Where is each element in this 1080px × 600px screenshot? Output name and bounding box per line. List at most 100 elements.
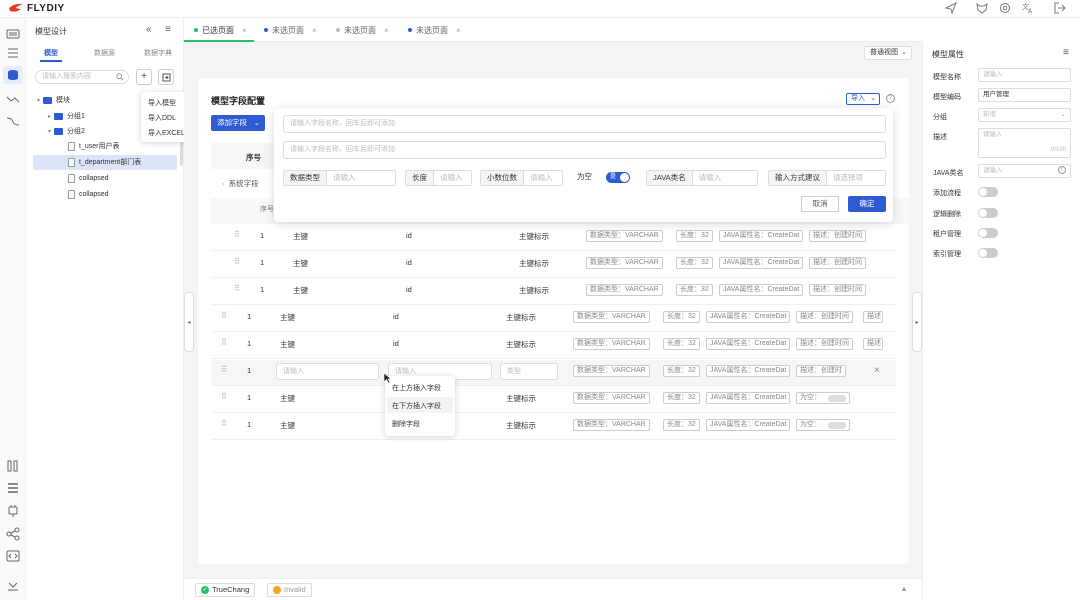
menu-icon[interactable]: ≡	[1063, 47, 1069, 58]
process-toggle[interactable]	[978, 187, 998, 197]
status-button-ok[interactable]: ✓ TrueChang	[195, 583, 256, 597]
drag-handle-icon[interactable]: ⠿	[221, 311, 227, 320]
trend-icon[interactable]	[5, 91, 21, 107]
collapse-right-handle[interactable]: ▸	[912, 292, 922, 352]
property-chip[interactable]: 数据类型：VARCHAR	[573, 311, 650, 323]
view-select[interactable]: 普通视图 ⌄	[864, 46, 912, 60]
confirm-button[interactable]: 确定	[848, 196, 886, 212]
property-chip[interactable]: 描述：创建时间	[809, 230, 866, 242]
model-code-input[interactable]: 用户管理	[978, 88, 1071, 102]
property-chip[interactable]: JAVA属性名：CreateDat	[706, 311, 791, 323]
property-chip[interactable]: 长度：32	[663, 338, 700, 350]
menu-item-import-ddl[interactable]: 导入DDL	[148, 113, 176, 123]
translate-icon[interactable]: 文A	[1021, 1, 1035, 15]
table-row[interactable]	[211, 414, 896, 440]
table-row[interactable]	[211, 306, 896, 332]
page-tab[interactable]: 未选页面 ×	[402, 18, 467, 42]
description-textarea[interactable]: 请输入 0/100	[978, 128, 1071, 158]
property-chip[interactable]: 描述：创建时	[796, 365, 846, 377]
menu-item-insert-above[interactable]: 在上方插入字段	[392, 383, 441, 393]
property-chip[interactable]: JAVA属性名：CreateDat	[706, 392, 791, 404]
property-chip[interactable]: 描述：创建时间	[796, 311, 853, 323]
nullable-toggle[interactable]: 是	[606, 172, 630, 183]
drag-handle-icon[interactable]: ⠿	[221, 419, 227, 428]
field-name-input-2[interactable]: 请输入字段名称，回车后即可添加	[283, 141, 886, 159]
status-button-invalid[interactable]: Invalid	[267, 583, 312, 597]
tenant-toggle[interactable]	[978, 228, 998, 238]
delete-row-icon[interactable]: ×	[874, 365, 880, 376]
collapse-down-icon[interactable]	[5, 578, 21, 594]
tree-node-table-selected[interactable]: t_department部门表	[68, 155, 141, 169]
menu-item-insert-below[interactable]: 在下方插入字段	[392, 401, 441, 411]
model-name-input[interactable]: 请输入	[978, 68, 1071, 82]
system-field-group[interactable]: › 系统字段	[222, 178, 259, 189]
collapse-panel-icon[interactable]: «	[146, 24, 152, 35]
share-icon[interactable]	[5, 526, 21, 542]
tree-node-table[interactable]: t_user用户表	[68, 139, 119, 153]
help-icon[interactable]: ?	[886, 94, 895, 103]
mini-toggle[interactable]	[828, 422, 846, 429]
property-chip[interactable]: 数据类型：VARCHAR	[573, 338, 650, 350]
property-chip[interactable]: 描述：创建时间	[809, 284, 866, 296]
property-chip[interactable]: 长度：32	[663, 365, 700, 377]
property-chip[interactable]: 长度：32	[663, 392, 700, 404]
close-icon[interactable]: ×	[242, 26, 247, 35]
drag-handle-icon[interactable]: ⠿	[221, 392, 227, 401]
code-icon[interactable]	[5, 548, 21, 564]
drag-handle-icon[interactable]: ⠿	[234, 230, 240, 239]
tree-node-collapsed[interactable]: collapsed	[68, 171, 109, 185]
cancel-button[interactable]: 取消	[801, 196, 839, 212]
property-chip[interactable]: JAVA属性名：CreateDat	[719, 284, 804, 296]
menu-item-import-excel[interactable]: 导入EXCEL	[148, 128, 185, 138]
table-row[interactable]	[211, 387, 896, 413]
rail-item-active[interactable]	[3, 66, 23, 84]
page-tab-selected[interactable]: 已选页面 ×	[188, 18, 253, 42]
decimal-field[interactable]: 小数位数 请输入	[480, 170, 563, 186]
add-button[interactable]: +	[136, 69, 152, 85]
data-type-field[interactable]: 数据类型 请输入	[283, 170, 396, 186]
property-chip[interactable]: 描述：创建时间	[809, 257, 866, 269]
input-mode-field[interactable]: 输入方式建议 请选择项	[768, 170, 886, 186]
property-chip[interactable]: 长度：32	[676, 230, 713, 242]
drag-handle-icon[interactable]: ⠿	[234, 257, 240, 266]
mini-toggle[interactable]	[828, 395, 846, 402]
property-chip[interactable]: 描述：创建时间	[796, 338, 853, 350]
close-icon[interactable]: ×	[312, 26, 317, 35]
property-chip[interactable]: JAVA属性名：CreateDat	[719, 230, 804, 242]
java-type-field[interactable]: JAVA类名 请输入	[646, 170, 758, 186]
stack-icon[interactable]	[5, 480, 21, 496]
curve-icon[interactable]	[5, 113, 21, 129]
tree-node-group2[interactable]: ▾ 分组2	[48, 124, 85, 138]
property-chip[interactable]: 长度：32	[676, 257, 713, 269]
property-chip[interactable]: 描述	[863, 338, 883, 350]
add-field-button[interactable]: 添加字段 ⌄	[211, 115, 265, 131]
menu-icon[interactable]: ≡	[165, 24, 171, 35]
close-icon[interactable]: ×	[456, 26, 461, 35]
settings-icon[interactable]	[998, 1, 1012, 15]
close-icon[interactable]: ×	[384, 26, 389, 35]
index-toggle[interactable]	[978, 248, 998, 258]
plug-icon[interactable]	[5, 503, 21, 519]
menu-item-delete[interactable]: 删除字段	[392, 419, 420, 429]
property-chip[interactable]: 数据类型：VARCHAR	[586, 257, 663, 269]
tree-node-group1[interactable]: ▸ 分组1	[48, 109, 85, 123]
tab-model[interactable]: 模型	[44, 48, 58, 58]
list-icon[interactable]	[5, 45, 21, 61]
logout-icon[interactable]	[1053, 1, 1067, 15]
tree-search-input[interactable]: 请输入搜索内容	[35, 70, 129, 84]
tab-datasource[interactable]: 数据源	[94, 48, 115, 58]
drag-handle-icon[interactable]: ⠿	[221, 365, 227, 374]
page-tab[interactable]: 未选页面 ×	[258, 18, 323, 42]
property-chip[interactable]: 数据类型：VARCHAR	[573, 365, 650, 377]
page-tab[interactable]: 未选页面 ×	[330, 18, 395, 42]
import-dropdown-button[interactable]: 导入 ⌄	[846, 93, 880, 105]
property-chip[interactable]: JAVA属性名：CreateDat	[706, 419, 791, 431]
import-button[interactable]	[158, 69, 174, 85]
table-row[interactable]	[211, 333, 896, 359]
property-chip[interactable]: 长度：32	[663, 419, 700, 431]
field-name-input-1[interactable]: 请输入字段名称，回车后即可添加	[283, 115, 886, 133]
property-chip[interactable]: 数据类型：VARCHAR	[586, 230, 663, 242]
property-chip[interactable]: 数据类型：VARCHAR	[573, 419, 650, 431]
drag-handle-icon[interactable]: ⠿	[221, 338, 227, 347]
drag-handle-icon[interactable]: ⠿	[234, 284, 240, 293]
